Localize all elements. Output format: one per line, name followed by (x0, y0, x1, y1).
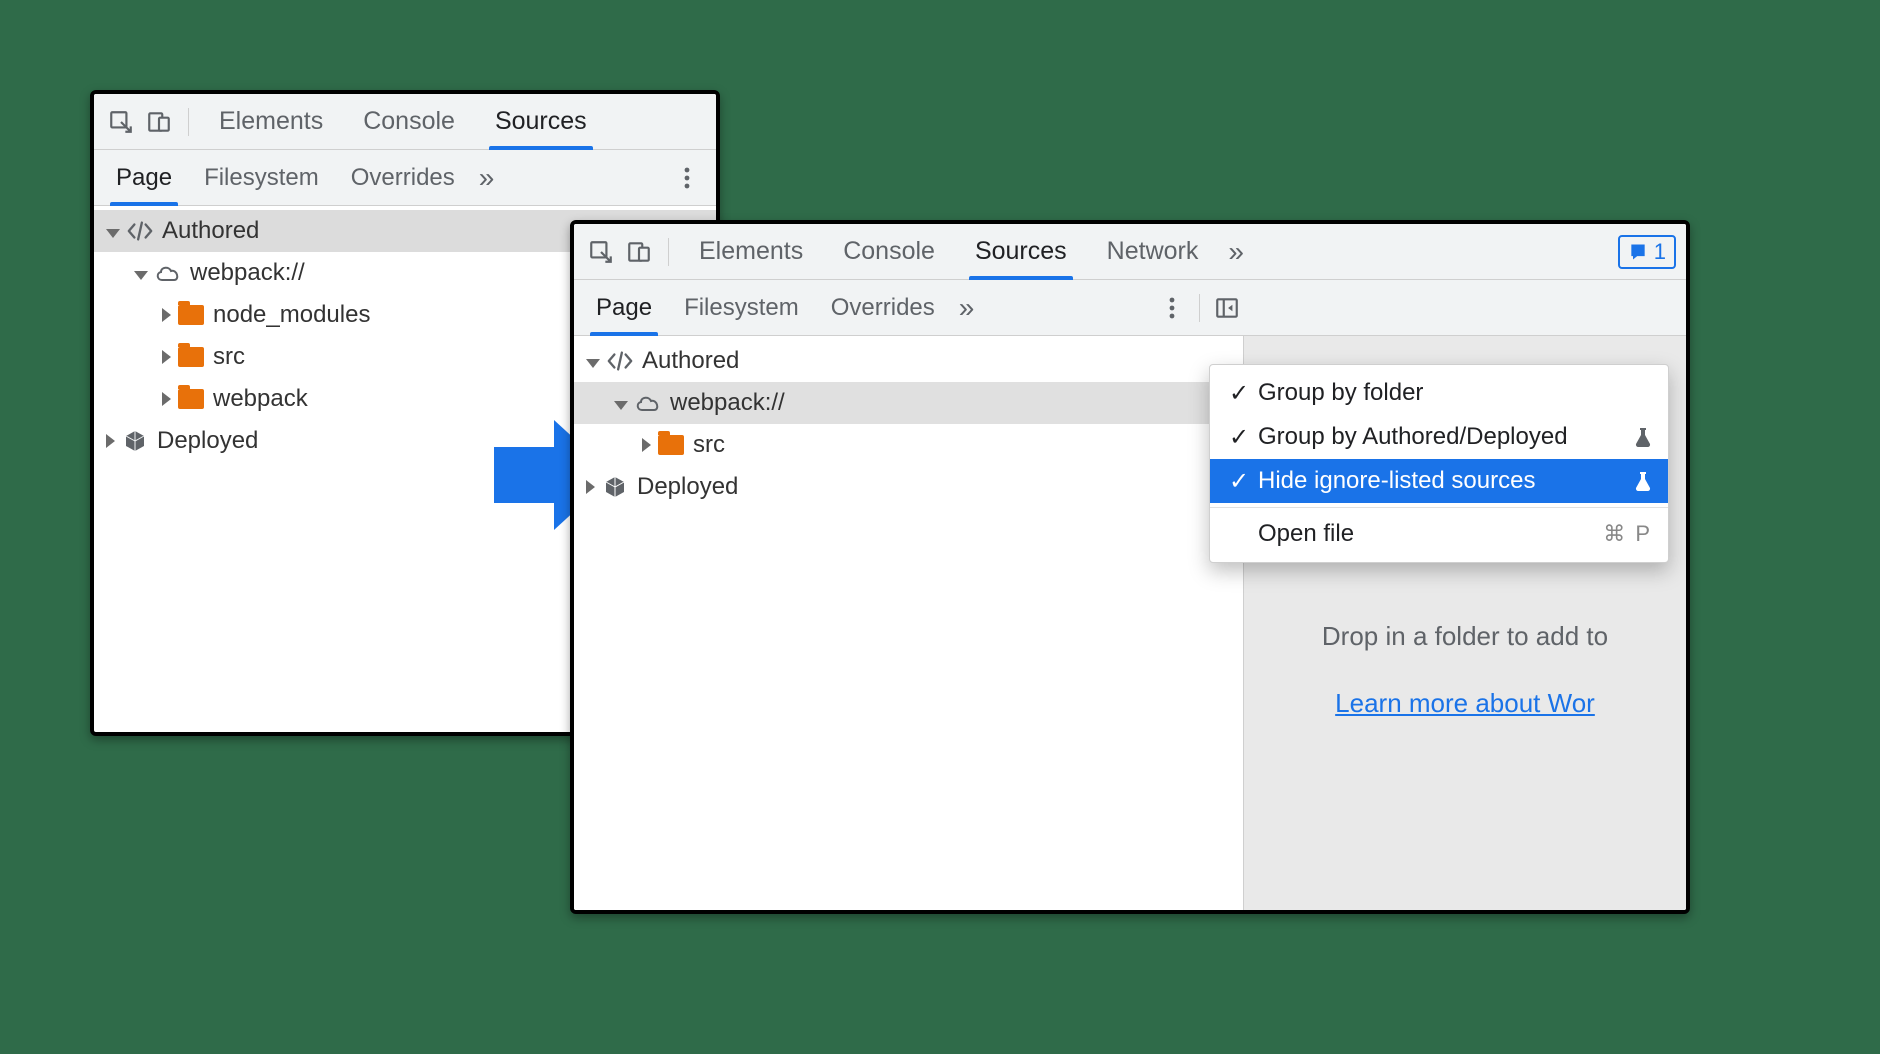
sources-kebab-menu[interactable] (1155, 291, 1189, 325)
flask-icon (1634, 471, 1652, 491)
cube-icon (121, 430, 149, 452)
check-icon: ✓ (1226, 423, 1252, 452)
folder-icon (657, 434, 685, 456)
device-toggle-icon[interactable] (142, 105, 176, 139)
device-toggle-icon[interactable] (622, 235, 656, 269)
tab-console[interactable]: Console (825, 224, 953, 279)
more-subtabs-icon[interactable]: » (951, 292, 983, 324)
sources-kebab-menu[interactable] (670, 161, 704, 195)
inspect-icon[interactable] (584, 235, 618, 269)
subtab-page[interactable]: Page (100, 150, 188, 205)
tab-elements[interactable]: Elements (201, 94, 341, 149)
main-toolbar: Elements Console Sources Network » 1 (574, 224, 1686, 280)
menu-shortcut: ⌘ P (1603, 521, 1652, 547)
subtab-page[interactable]: Page (580, 280, 668, 335)
folder-icon (177, 388, 205, 410)
collapse-sidebar-icon[interactable] (1210, 291, 1244, 325)
tree-label: Deployed (637, 473, 738, 501)
tree-label: src (693, 431, 725, 459)
code-icon (606, 350, 634, 372)
tree-node-authored[interactable]: Authored (574, 340, 1243, 382)
menu-separator (1210, 507, 1668, 508)
toolbar-divider (188, 108, 189, 136)
sources-subtabs: Page Filesystem Overrides » (574, 280, 1686, 336)
tree-node-deployed[interactable]: Deployed (574, 466, 1243, 508)
cloud-icon (154, 262, 182, 284)
tab-network[interactable]: Network (1089, 224, 1217, 279)
folder-icon (177, 304, 205, 326)
tree-label: webpack:// (670, 389, 785, 417)
more-subtabs-icon[interactable]: » (471, 162, 503, 194)
issues-badge[interactable]: 1 (1618, 235, 1676, 269)
tree-label: Authored (642, 347, 739, 375)
subtab-divider (1199, 294, 1200, 322)
devtools-panel-right: Elements Console Sources Network » 1 Pag… (570, 220, 1690, 914)
more-tabs-icon[interactable]: » (1220, 236, 1252, 268)
tab-elements[interactable]: Elements (681, 224, 821, 279)
file-tree: Authored webpack:// src Deployed (574, 336, 1244, 910)
sources-subtabs: Page Filesystem Overrides » (94, 150, 716, 206)
menu-label: Open file (1258, 520, 1603, 548)
issues-count: 1 (1654, 239, 1666, 265)
tree-node-webpack-scheme[interactable]: webpack:// (574, 382, 1243, 424)
folder-icon (177, 346, 205, 368)
tree-label: webpack:// (190, 259, 305, 287)
flask-icon (1634, 427, 1652, 447)
menu-open-file[interactable]: Open file ⌘ P (1210, 512, 1668, 556)
check-icon: ✓ (1226, 467, 1252, 496)
tab-sources[interactable]: Sources (957, 224, 1085, 279)
tree-node-src[interactable]: src (574, 424, 1243, 466)
inspect-icon[interactable] (104, 105, 138, 139)
subtab-overrides[interactable]: Overrides (335, 150, 471, 205)
menu-group-by-folder[interactable]: ✓ Group by folder (1210, 371, 1668, 415)
subtab-filesystem[interactable]: Filesystem (188, 150, 335, 205)
tree-label: Deployed (157, 427, 258, 455)
menu-label: Hide ignore-listed sources (1258, 467, 1626, 495)
code-icon (126, 220, 154, 242)
menu-label: Group by Authored/Deployed (1258, 423, 1626, 451)
tree-label: node_modules (213, 301, 370, 329)
toolbar-divider (668, 238, 669, 266)
subtab-filesystem[interactable]: Filesystem (668, 280, 815, 335)
sources-context-menu: ✓ Group by folder ✓ Group by Authored/De… (1209, 364, 1669, 563)
check-icon: ✓ (1226, 379, 1252, 408)
tab-console[interactable]: Console (345, 94, 473, 149)
tree-label: webpack (213, 385, 308, 413)
tree-label: src (213, 343, 245, 371)
subtab-overrides[interactable]: Overrides (815, 280, 951, 335)
learn-more-link[interactable]: Learn more about Wor (1244, 688, 1686, 719)
main-toolbar: Elements Console Sources (94, 94, 716, 150)
hint-text: Drop in a folder to add to (1244, 621, 1686, 652)
menu-label: Group by folder (1258, 379, 1652, 407)
tree-label: Authored (162, 217, 259, 245)
cube-icon (601, 476, 629, 498)
tab-sources[interactable]: Sources (477, 94, 605, 149)
menu-group-by-authored-deployed[interactable]: ✓ Group by Authored/Deployed (1210, 415, 1668, 459)
menu-hide-ignore-listed[interactable]: ✓ Hide ignore-listed sources (1210, 459, 1668, 503)
cloud-icon (634, 392, 662, 414)
